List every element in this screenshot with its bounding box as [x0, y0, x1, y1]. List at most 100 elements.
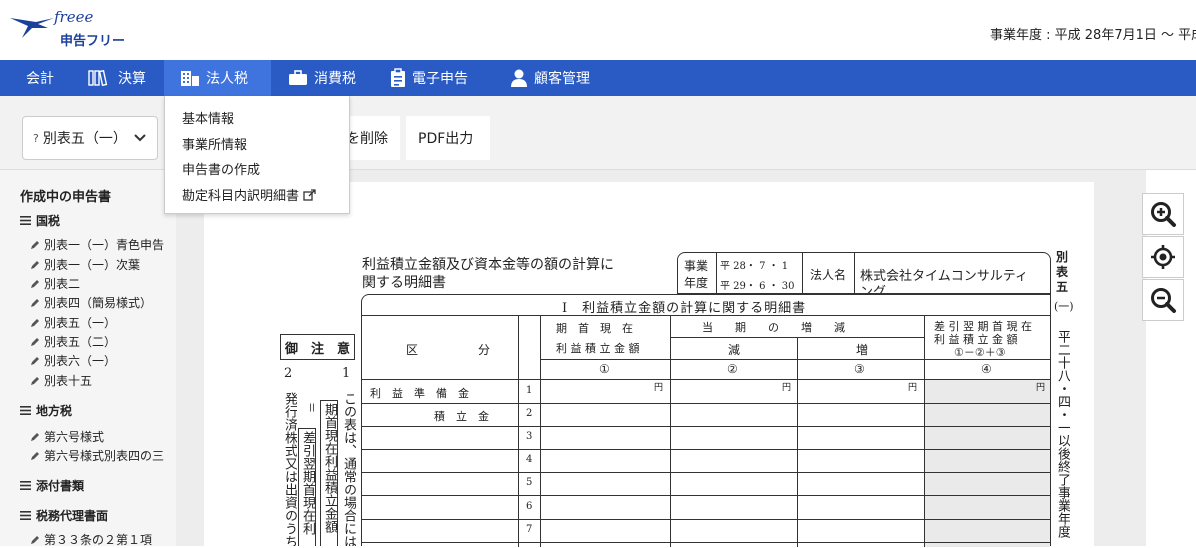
col-increase: 増 — [856, 343, 869, 357]
col-num: ③ — [854, 362, 865, 376]
row-num: 7 — [526, 524, 533, 535]
unit-label: 円 — [782, 383, 792, 393]
pencil-icon — [31, 451, 39, 460]
profit-reserve-table: Ⅰ 利益積立金額の計算に関する明細書 区 分 期 首 現 在 利 益 積 立 金… — [361, 294, 1051, 547]
sidebar-item[interactable]: 別表五（一） — [30, 314, 116, 331]
sidebar-item-label: 別表六（一） — [44, 354, 117, 368]
sidebar-item[interactable]: 第六号様式 — [30, 428, 104, 445]
pdf-output-button[interactable]: PDF出力 — [406, 116, 490, 160]
menu-item-create-return[interactable]: 申告書の作成 — [182, 159, 260, 178]
zoom-out-button[interactable] — [1142, 279, 1184, 321]
year-label: 事業 — [684, 259, 709, 273]
note-box-text: 差引翌期首現在利 — [300, 431, 315, 535]
pdf-label: PDF出力 — [418, 131, 474, 147]
sidebar-item[interactable]: 別表五（二） — [30, 333, 116, 350]
nav-label: 会計 — [26, 71, 54, 87]
freee-logo[interactable]: freee 申告フリー — [8, 8, 138, 52]
row-label: 積 立 金 — [434, 410, 489, 423]
pencil-icon — [31, 298, 39, 307]
pencil-icon — [31, 337, 39, 346]
zoom-out-icon — [1151, 288, 1176, 313]
nav-label: 顧客管理 — [534, 71, 590, 87]
col-begin: 期 首 現 在 — [556, 322, 633, 335]
main-nav: 会計 決算 法人税 消費税 電子申告 顧客管理 — [0, 60, 1196, 96]
sidebar-item[interactable]: 第六号様式別表四の三 — [30, 447, 164, 464]
sidebar-item-label: 別表十五 — [44, 374, 93, 388]
nav-item-corporate-tax[interactable]: 法人税 — [164, 60, 271, 96]
sidebar-item-label: 別表二 — [44, 277, 81, 291]
section-label: 国税 — [36, 214, 61, 228]
sidebar-item[interactable]: 別表四（簡易様式） — [30, 294, 152, 311]
sidebar-title: 作成中の申告書 — [20, 190, 112, 205]
unit-label: 円 — [654, 383, 664, 393]
note-number: 1 — [342, 366, 351, 381]
zoom-in-button[interactable] — [1142, 193, 1184, 235]
sidebar-item-label: 別表五（一） — [44, 316, 117, 330]
menu-item-basic-info[interactable]: 基本情報 — [182, 108, 234, 127]
building-icon — [180, 69, 200, 87]
sidebar-item[interactable]: 別表一（一）青色申告 — [30, 236, 164, 253]
note-box: 差引翌期首現在利 — [298, 428, 316, 546]
menu-item-account-details[interactable]: 勘定科目内訳明細書 — [182, 185, 317, 204]
sidebar-section-local-tax: 地方税 — [20, 402, 72, 419]
section-label: 添付書類 — [36, 479, 85, 493]
sidebar-item[interactable]: 第３３条の２第１項 — [30, 531, 152, 548]
note-text: 発行済株式又は出資のうち — [282, 392, 297, 546]
col-end: ①－②＋③ — [954, 346, 1006, 359]
sidebar-item-label: 第六号様式 — [44, 430, 105, 444]
note-eq: ＝ — [305, 402, 318, 413]
sidebar-item[interactable]: 別表一（一）次葉 — [30, 256, 140, 273]
row-num: 2 — [526, 408, 533, 419]
external-link-icon — [303, 188, 316, 201]
notes-title: 御 注 意 — [284, 341, 350, 357]
note-box: 期首現在利益積立金額 — [320, 400, 338, 546]
binders-icon — [88, 70, 112, 86]
list-icon — [20, 481, 31, 490]
clipboard-icon — [390, 68, 406, 88]
pencil-icon — [31, 318, 39, 327]
sidebar-item[interactable]: 別表二 — [30, 275, 80, 292]
nav-label: 電子申告 — [412, 71, 468, 87]
sidebar-item-label: 第六号様式別表四の三 — [44, 449, 165, 463]
chevron-down-icon — [134, 134, 146, 142]
sidebar-item-label: 別表一（一）青色申告 — [44, 238, 165, 252]
user-icon — [510, 69, 528, 87]
col-num: ④ — [981, 362, 992, 376]
form-select[interactable]: ? 別表五（一） — [22, 116, 158, 160]
col-decrease: 減 — [728, 343, 741, 357]
sidebar-item-label: 別表一（一）次葉 — [44, 258, 141, 272]
nav-item-consumption-tax[interactable]: 消費税 — [288, 60, 356, 96]
fiscal-year: 事業年度 : 平成 28年7月1日 〜 平成 — [990, 28, 1196, 43]
col-num: ① — [599, 362, 610, 376]
corp-name: ング — [860, 285, 887, 293]
nav-item-e-filing[interactable]: 電子申告 — [390, 60, 468, 96]
row-num: 1 — [526, 385, 533, 396]
logo-text: 申告フリー — [60, 34, 126, 49]
fiscal-year-box: 事業 年度 平 28・ 7 ・ 1 平 29・ 6 ・ 30 法人名 株式会社タ… — [677, 252, 1051, 294]
form-version-label: 平二十八・四・一以後終了事業年度 — [1055, 330, 1070, 538]
unit-label: 円 — [908, 383, 918, 393]
row-num: 4 — [526, 454, 533, 465]
nav-item-settlement[interactable]: 決算 — [88, 60, 146, 96]
menu-item-office-info[interactable]: 事業所情報 — [182, 134, 247, 153]
briefcase-icon — [288, 70, 308, 86]
note-number: 2 — [284, 366, 293, 381]
row-label: 利 益 準 備 金 — [370, 387, 469, 400]
form-title: 利益積立金額及び資本金等の額の計算に 関する明細書 — [362, 256, 662, 292]
nav-label: 消費税 — [314, 71, 356, 87]
nav-item-accounting[interactable]: 会計 — [26, 60, 54, 96]
sidebar: 作成中の申告書 国税 別表一（一）青色申告 別表一（一）次葉 別表二 別表四（簡… — [0, 170, 176, 548]
top-bar: freee 申告フリー 事業年度 : 平成 28年7月1日 〜 平成 — [0, 0, 1196, 60]
nav-item-customers[interactable]: 顧客管理 — [510, 60, 590, 96]
form-select-value: 別表五（一） — [42, 131, 127, 147]
sidebar-item[interactable]: 別表六（一） — [30, 352, 116, 369]
form-number-paren: (一) — [1054, 300, 1074, 313]
section-title: Ⅰ 利益積立金額の計算に関する明細書 — [562, 301, 807, 316]
sidebar-item[interactable]: 別表十五 — [30, 372, 92, 389]
list-icon — [20, 216, 31, 225]
col-begin: 利 益 積 立 金 額 — [556, 342, 640, 355]
center-button[interactable] — [1142, 236, 1184, 278]
computed-column — [925, 380, 1050, 547]
sidebar-item-label: 第３３条の２第１項 — [44, 533, 153, 547]
note-box-text: 期首現在利益積立金額 — [322, 403, 337, 533]
